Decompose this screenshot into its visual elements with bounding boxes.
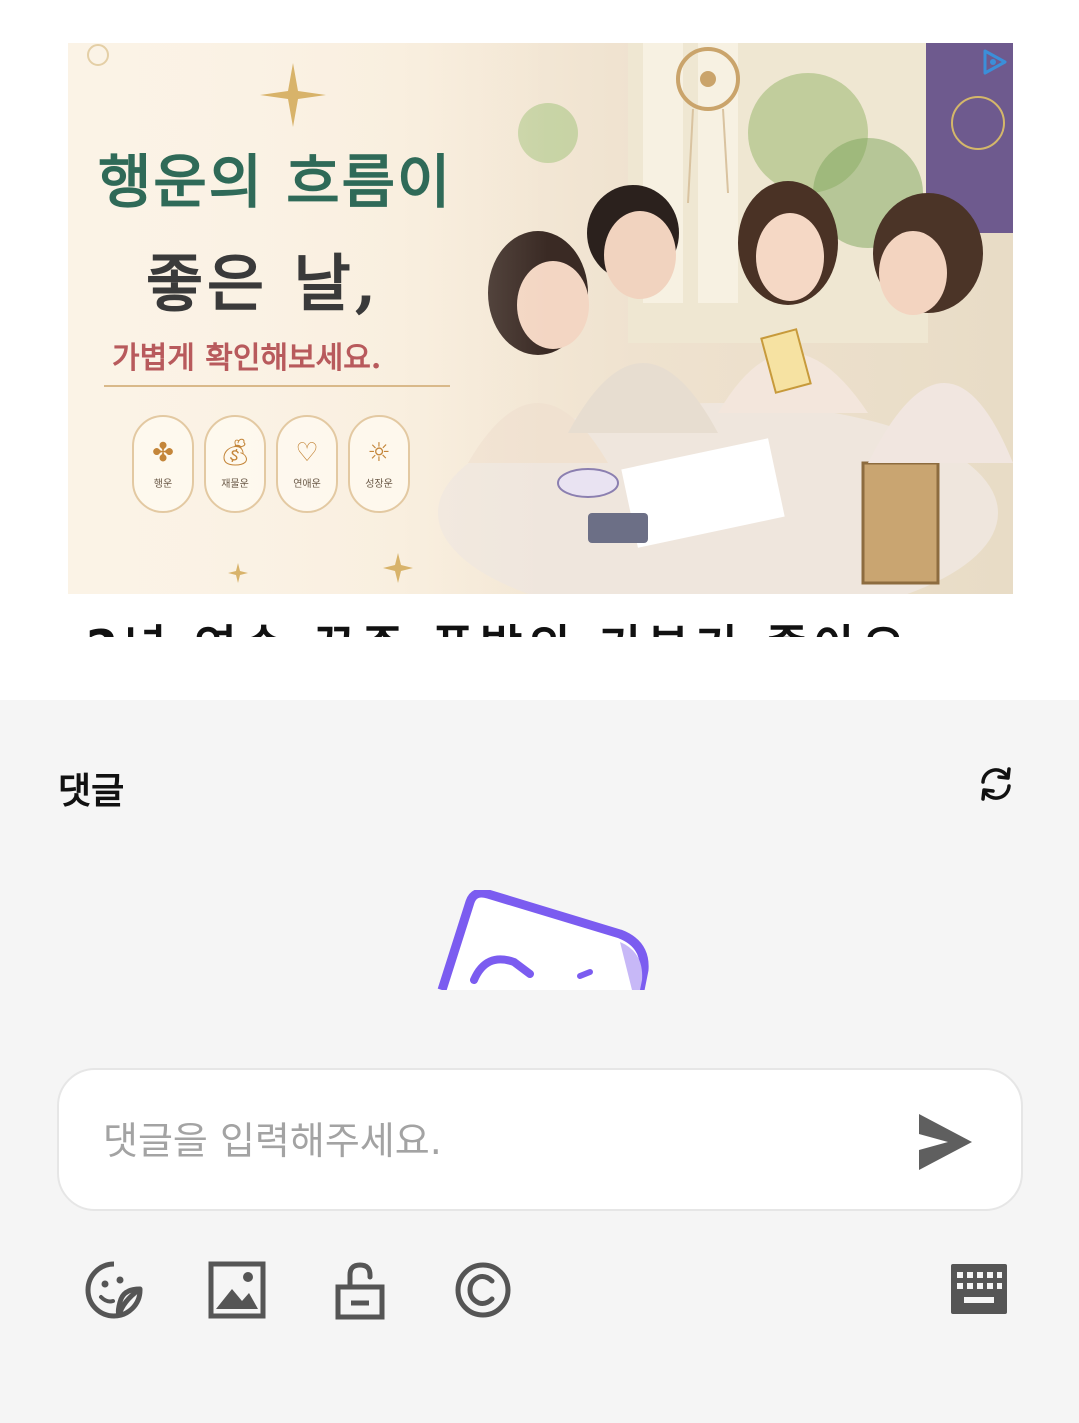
badge-label: 재물운: [221, 478, 249, 490]
clover-icon: ✤: [152, 437, 174, 468]
send-icon[interactable]: [912, 1110, 976, 1174]
unlock-icon[interactable]: [329, 1259, 391, 1321]
comments-title: 댓글: [58, 771, 125, 812]
ad-headline-line2: 좋은 날,: [146, 247, 381, 320]
badge-growth: ☼ 성장운: [348, 415, 410, 513]
ad-subtitle: 가볍게 확인해보세요.: [112, 341, 382, 376]
badge-label: 행운: [153, 478, 173, 490]
sunrise-icon: ☼: [367, 437, 391, 468]
badge-love: ♡ 연애운: [276, 415, 338, 513]
refresh-icon[interactable]: [975, 763, 1017, 805]
ad-badge-list: ✤ 행운 💰︎ 재물운 ♡ 연애운 ☼ 성장운: [132, 415, 410, 513]
empty-comments-illustration: [437, 890, 649, 990]
adchoices-icon[interactable]: [979, 47, 1009, 77]
article-headline-text: 2년 연속 꾸준 폭발의 기본기 좋아요: [86, 624, 986, 637]
badge-wealth: 💰︎ 재물운: [204, 415, 266, 513]
comment-panel: 댓글: [0, 700, 1079, 1423]
money-bag-icon: 💰︎: [218, 437, 252, 468]
badge-label: 연애운: [293, 478, 321, 490]
comment-input[interactable]: [103, 1108, 903, 1174]
ad-section: 행운의 흐름이 좋은 날, 가볍게 확인해보세요. ✤ 행운 💰︎ 재물운 ♡ …: [0, 0, 1079, 700]
comment-input-box[interactable]: [57, 1068, 1023, 1211]
badge-luck: ✤ 행운: [132, 415, 194, 513]
copyright-icon[interactable]: [452, 1259, 514, 1321]
heart-icon: ♡: [295, 437, 319, 468]
sticker-icon[interactable]: [83, 1259, 145, 1321]
badge-label: 성장운: [365, 478, 393, 490]
ad-headline-line1: 행운의 흐름이: [98, 148, 453, 216]
ad-banner[interactable]: 행운의 흐름이 좋은 날, 가볍게 확인해보세요. ✤ 행운 💰︎ 재물운 ♡ …: [68, 43, 1013, 594]
ad-divider: [104, 385, 450, 387]
keyboard-icon[interactable]: [948, 1259, 1010, 1321]
article-headline-clipped[interactable]: 2년 연속 꾸준 폭발의 기본기 좋아요: [86, 624, 986, 637]
image-icon[interactable]: [206, 1259, 268, 1321]
